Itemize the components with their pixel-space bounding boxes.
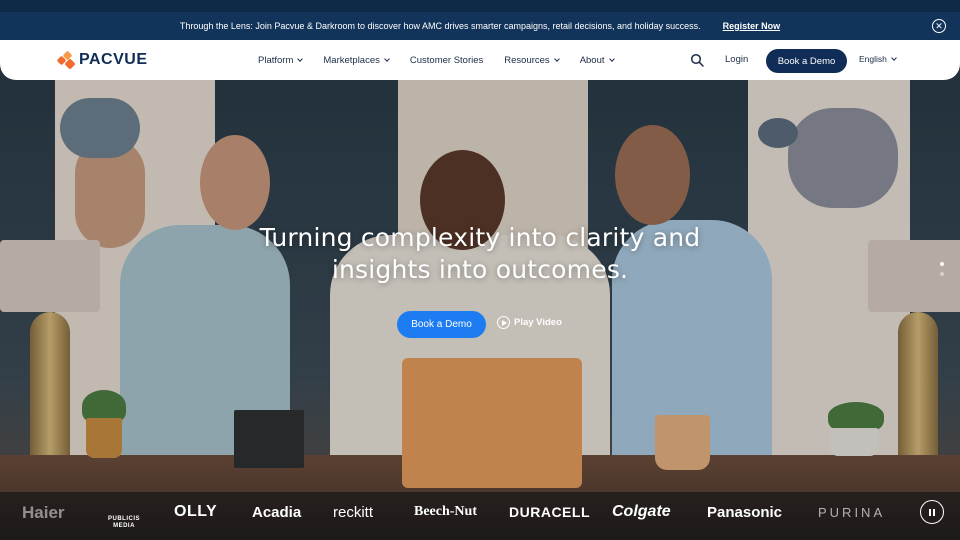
slide-dot-2[interactable] [940, 272, 944, 276]
slide-dot-1[interactable] [940, 262, 944, 266]
top-strip [0, 0, 960, 12]
brand-haier: Haier [22, 503, 65, 522]
language-selector[interactable]: English [859, 54, 897, 64]
chevron-down-icon [384, 55, 390, 62]
hero-title: Turning complexity into clarity and insi… [180, 222, 780, 286]
pacvue-logo[interactable]: PACVUE [56, 50, 148, 70]
play-video-label: Play Video [514, 317, 562, 328]
hero-title-line2: insights into outcomes. [331, 255, 629, 284]
pause-icon-bar [929, 508, 931, 516]
nav-menu: Platform Marketplaces Customer Stories R… [258, 40, 635, 80]
nav-item-label: Resources [504, 54, 550, 66]
nav-item-about[interactable]: About [579, 54, 615, 66]
brand-olly: OLLY [174, 503, 218, 520]
brand-publicis-media: PUBLICIS MEDIA [107, 516, 140, 529]
search-icon[interactable] [690, 53, 704, 67]
slide-dots [940, 262, 944, 282]
book-demo-nav-button[interactable]: Book a Demo [766, 49, 847, 73]
brand-acadia: Acadia [252, 504, 302, 521]
brand-colgate: Colgate [612, 503, 671, 520]
logo-text: PACVUE [79, 51, 148, 68]
nav-item-label: Platform [258, 54, 294, 66]
announcement-bar: Through the Lens: Join Pacvue & Darkroom… [0, 12, 960, 40]
pacvue-logo-icon [56, 50, 76, 70]
nav-item-resources[interactable]: Resources [504, 54, 560, 66]
nav-item-marketplaces[interactable]: Marketplaces [323, 54, 390, 66]
chevron-down-icon [608, 55, 615, 62]
brand-beech-nut: Beech-Nut [414, 504, 477, 519]
play-video-button[interactable]: Play Video [497, 316, 562, 329]
brand-panasonic: Panasonic [707, 504, 783, 521]
nav-item-customer-stories[interactable]: Customer Stories [410, 55, 483, 66]
register-now-link[interactable]: Register Now [723, 21, 781, 31]
brand-duracell: DURACELL [509, 504, 590, 520]
nav-item-label: Customer Stories [409, 54, 484, 66]
brand-reckitt: reckitt [333, 504, 374, 521]
chevron-down-icon [297, 55, 304, 62]
language-label: English [859, 54, 887, 64]
book-demo-hero-button[interactable]: Book a Demo [397, 311, 486, 338]
pause-icon-bar [933, 508, 935, 516]
play-icon [497, 316, 510, 329]
nav-item-label: About [579, 54, 605, 66]
chevron-down-icon [553, 55, 560, 62]
brand-logo-strip: Haier PUBLICIS MEDIA OLLY Acadia reckitt… [0, 492, 960, 540]
hero-title-line1: Turning complexity into clarity and [259, 223, 701, 252]
announcement-message: Through the Lens: Join Pacvue & Darkroom… [179, 21, 701, 31]
pause-button[interactable] [920, 500, 944, 524]
chevron-down-icon [891, 54, 897, 61]
login-link[interactable]: Login [725, 54, 748, 65]
brand-purina: PURINA [818, 505, 886, 520]
main-nav: PACVUE Platform Marketplaces Customer St… [0, 40, 960, 80]
nav-item-label: Marketplaces [323, 54, 380, 66]
nav-item-platform[interactable]: Platform [258, 54, 304, 66]
close-icon[interactable]: ✕ [932, 19, 946, 33]
